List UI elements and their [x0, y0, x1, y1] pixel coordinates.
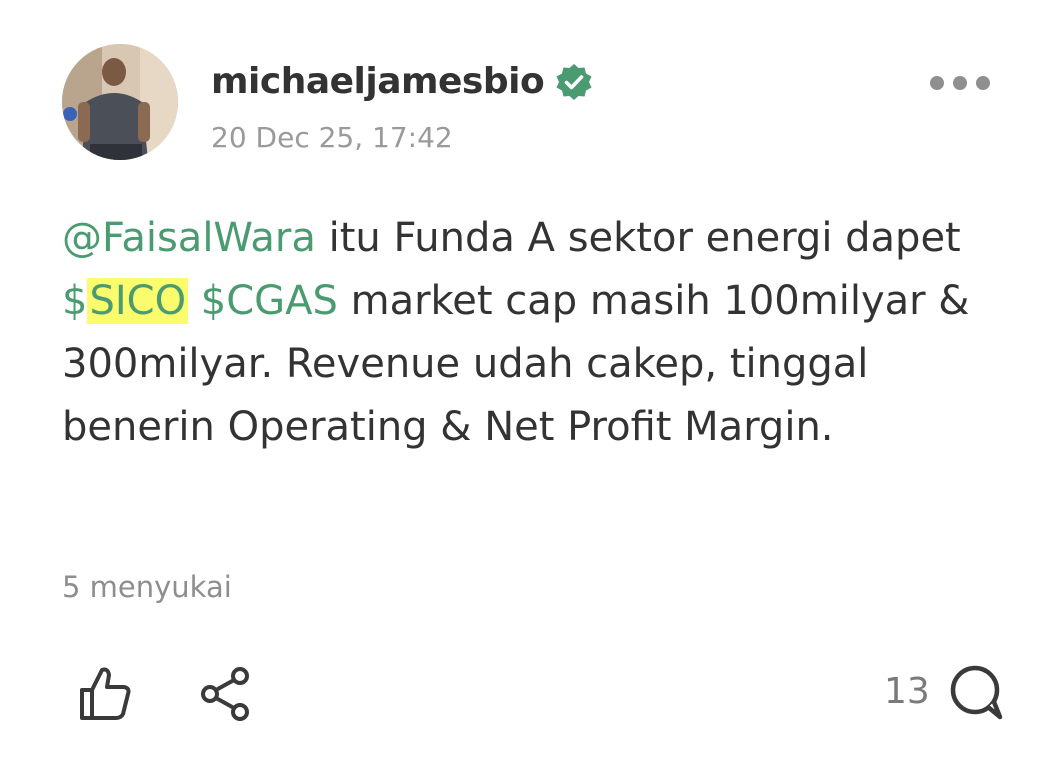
action-bar: 13 [0, 650, 1060, 730]
avatar[interactable] [62, 44, 178, 160]
post-body: @FaisalWara itu Funda A sektor energi da… [62, 207, 992, 459]
ticker-highlighted-symbol: SICO [87, 278, 189, 324]
share-icon[interactable] [196, 660, 256, 724]
ticker-dollar: $ [62, 278, 88, 324]
thumbs-up-icon[interactable] [72, 660, 136, 724]
comment-count[interactable]: 13 [884, 670, 930, 714]
comment-icon[interactable] [948, 662, 1006, 722]
ticker-link-cgas[interactable]: $CGAS [201, 278, 338, 324]
post-text-part: itu Funda A sektor energi dapet [315, 215, 961, 261]
username[interactable]: michaeljamesbio [211, 58, 545, 106]
post-timestamp: 20 Dec 25, 17:42 [211, 121, 453, 154]
dot [953, 76, 967, 90]
verified-badge-icon [554, 62, 594, 102]
more-horizontal-icon[interactable] [930, 66, 990, 100]
dot [976, 76, 990, 90]
dot [930, 76, 944, 90]
text-space [188, 278, 201, 324]
author-row: michaeljamesbio [211, 58, 594, 106]
mention-link[interactable]: @FaisalWara [62, 215, 316, 261]
ticker-link-sico[interactable]: $SICO [62, 278, 189, 324]
likes-count[interactable]: 5 menyukai [62, 566, 232, 608]
avatar-photo [62, 44, 178, 160]
post-card: michaeljamesbio 20 Dec 25, 17:42 @Faisal… [0, 0, 1060, 770]
